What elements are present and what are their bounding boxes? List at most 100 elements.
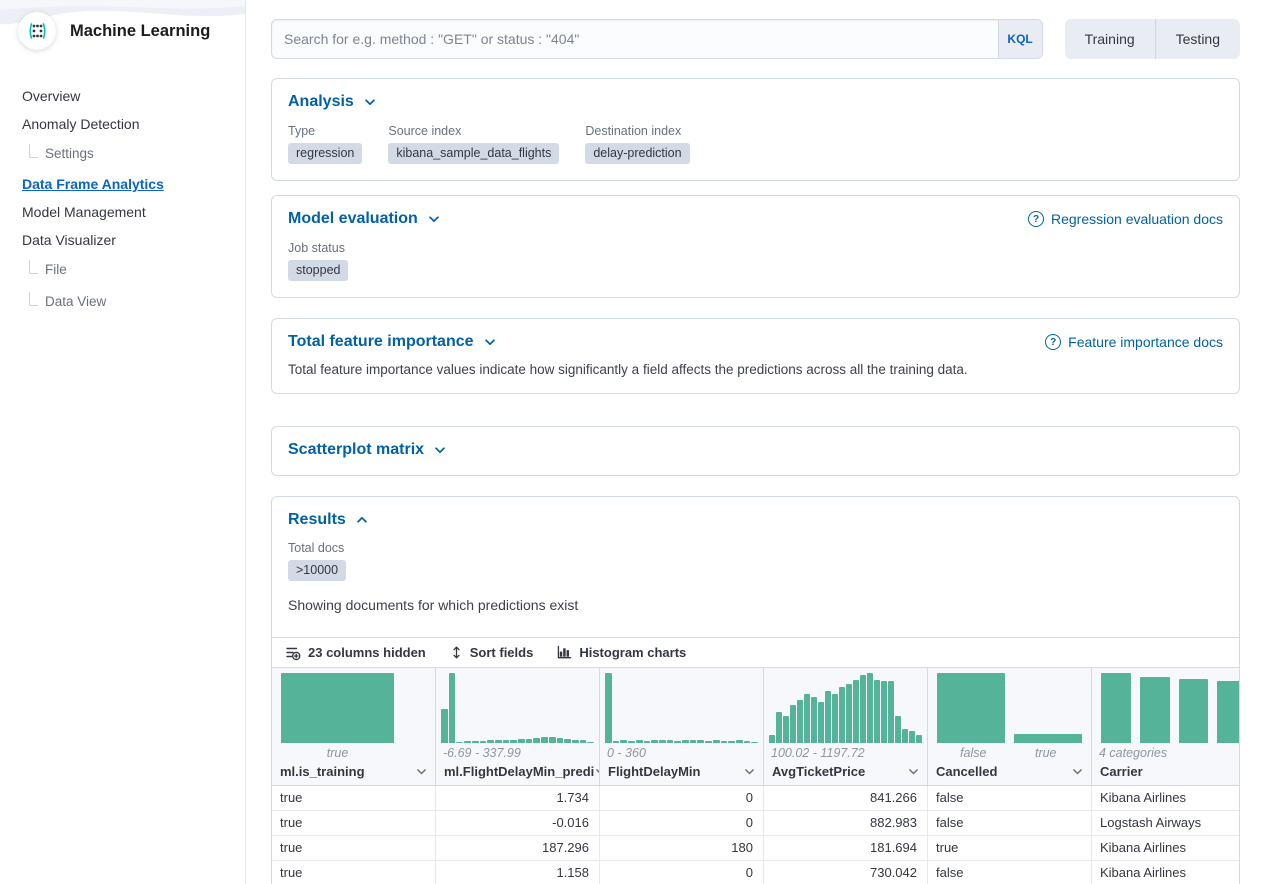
tree-connector xyxy=(29,260,38,274)
histogram-bar xyxy=(682,740,689,743)
regression-evaluation-docs-link[interactable]: ? Regression evaluation docs xyxy=(1028,211,1223,227)
table-cell[interactable]: Kibana Airlines xyxy=(1092,836,1240,860)
table-cell[interactable]: true xyxy=(272,861,436,884)
table-cell[interactable]: false xyxy=(928,786,1092,810)
analysis-accordion-toggle[interactable]: Analysis xyxy=(288,93,377,111)
chevron-down-icon xyxy=(483,335,497,349)
histogram-labels: 0 - 360 xyxy=(600,743,763,761)
column-histogram-chart xyxy=(600,673,763,743)
showing-documents-text: Showing documents for which predictions … xyxy=(288,597,1223,613)
histogram-bar xyxy=(644,741,651,743)
table-cell[interactable]: 0 xyxy=(600,811,764,835)
sort-fields-button[interactable]: Sort fields xyxy=(450,645,534,660)
histogram-bar xyxy=(1014,734,1082,743)
column-header-carrier: 4 categories Carrier xyxy=(1092,668,1240,785)
table-cell[interactable]: true xyxy=(272,811,436,835)
feature-importance-accordion-toggle[interactable]: Total feature importance xyxy=(288,333,497,351)
histogram-bar xyxy=(916,735,922,743)
datagrid-header: trueml.is_training-6.69 - 337.99ml.Fligh… xyxy=(272,668,1239,786)
model-evaluation-accordion-toggle[interactable]: Model evaluation xyxy=(288,210,441,228)
histogram-bar xyxy=(832,694,838,743)
chevron-down-icon xyxy=(433,443,447,457)
table-cell[interactable]: true xyxy=(272,786,436,810)
chevron-down-icon xyxy=(363,95,377,109)
sidebar-item-data-view[interactable]: Data View xyxy=(22,292,245,312)
table-cell[interactable]: 1.734 xyxy=(436,786,600,810)
table-cell[interactable]: 1.158 xyxy=(436,861,600,884)
kql-language-button[interactable]: KQL xyxy=(998,20,1042,58)
column-name-button[interactable]: Cancelled xyxy=(928,761,1091,782)
table-cell[interactable]: Logstash Airways xyxy=(1092,811,1240,835)
histogram-bar xyxy=(1101,673,1131,743)
sidebar-item-model-management[interactable]: Model Management xyxy=(22,204,245,220)
table-cell[interactable]: 730.042 xyxy=(764,861,928,884)
analysis-field: Destination indexdelay-prediction xyxy=(585,124,689,164)
sidebar-item-settings[interactable]: Settings xyxy=(22,144,245,164)
table-cell[interactable]: true xyxy=(272,836,436,860)
sidebar-item-data-visualizer[interactable]: Data Visualizer xyxy=(22,232,245,248)
histogram-labels: 4 categories xyxy=(1092,743,1240,761)
histogram-bar xyxy=(572,740,579,744)
histogram-labels: 100.02 - 1197.72 xyxy=(764,743,927,761)
histogram-bar-label: false xyxy=(937,746,1010,760)
table-cell[interactable]: 841.266 xyxy=(764,786,928,810)
table-cell[interactable]: 0 xyxy=(600,786,764,810)
columns-hidden-button[interactable]: 23 columns hidden xyxy=(285,645,426,661)
histogram-bar xyxy=(744,741,751,743)
sidebar-item-label: Settings xyxy=(45,146,94,162)
chevron-down-icon xyxy=(1071,765,1084,778)
table-row: true1.7340841.266falseKibana Airlines xyxy=(272,786,1239,811)
sidebar-item-anomaly-detection[interactable]: Anomaly Detection xyxy=(22,116,245,132)
testing-button[interactable]: Testing xyxy=(1155,19,1240,59)
histogram-bar xyxy=(751,742,758,743)
column-name-label: Carrier xyxy=(1100,764,1143,779)
table-cell[interactable]: -0.016 xyxy=(436,811,600,835)
histogram-bar xyxy=(811,697,817,743)
sidebar-item-label: File xyxy=(45,262,67,278)
training-button[interactable]: Training xyxy=(1065,19,1155,59)
analysis-fields: TyperegressionSource indexkibana_sample_… xyxy=(288,124,1223,164)
histogram-charts-button[interactable]: Histogram charts xyxy=(557,645,686,660)
results-accordion-toggle[interactable]: Results xyxy=(288,511,369,529)
sidebar-item-file[interactable]: File xyxy=(22,260,245,280)
table-cell[interactable]: Kibana Airlines xyxy=(1092,861,1240,884)
table-cell[interactable]: true xyxy=(928,836,1092,860)
feature-importance-docs-link[interactable]: ? Feature importance docs xyxy=(1045,334,1223,350)
table-row: true1.1580730.042falseKibana Airlines xyxy=(272,861,1239,884)
sidebar-item-label: Anomaly Detection xyxy=(22,116,140,132)
histogram-bar xyxy=(651,740,658,743)
column-name-button[interactable]: FlightDelayMin xyxy=(600,761,763,782)
histogram-bar xyxy=(769,735,775,743)
table-cell[interactable]: 187.296 xyxy=(436,836,600,860)
histogram-bar xyxy=(281,673,394,743)
column-name-button[interactable]: ml.is_training xyxy=(272,761,435,782)
column-name-button[interactable]: AvgTicketPrice xyxy=(764,761,927,782)
column-histogram-chart xyxy=(764,673,927,743)
histogram-bar xyxy=(580,740,587,743)
table-cell[interactable]: 882.983 xyxy=(764,811,928,835)
sidebar-item-overview[interactable]: Overview xyxy=(22,88,245,104)
histogram-bar xyxy=(636,740,643,743)
histogram-bar xyxy=(628,741,635,743)
histogram-bar xyxy=(480,741,487,743)
histogram-bar xyxy=(564,739,571,743)
table-cell[interactable]: 180 xyxy=(600,836,764,860)
search-input[interactable] xyxy=(271,19,1043,59)
table-cell[interactable]: false xyxy=(928,811,1092,835)
column-name-button[interactable]: ml.FlightDelayMin_predi xyxy=(436,761,599,782)
scatterplot-accordion-toggle[interactable]: Scatterplot matrix xyxy=(288,441,447,459)
sidebar-item-data-frame-analytics[interactable]: Data Frame Analytics xyxy=(22,176,245,192)
job-status-label: Job status xyxy=(288,241,348,255)
table-cell[interactable]: Kibana Airlines xyxy=(1092,786,1240,810)
table-cell[interactable]: 181.694 xyxy=(764,836,928,860)
histogram-bar xyxy=(503,740,510,743)
tree-connector xyxy=(29,144,38,158)
histogram-bar xyxy=(620,740,627,743)
histogram-bar xyxy=(1217,681,1240,743)
tree-connector xyxy=(29,292,38,306)
histogram-bar xyxy=(605,673,612,743)
table-cell[interactable]: 0 xyxy=(600,861,764,884)
table-cell[interactable]: false xyxy=(928,861,1092,884)
histogram-bar xyxy=(495,740,502,743)
column-name-button[interactable]: Carrier xyxy=(1092,761,1240,782)
